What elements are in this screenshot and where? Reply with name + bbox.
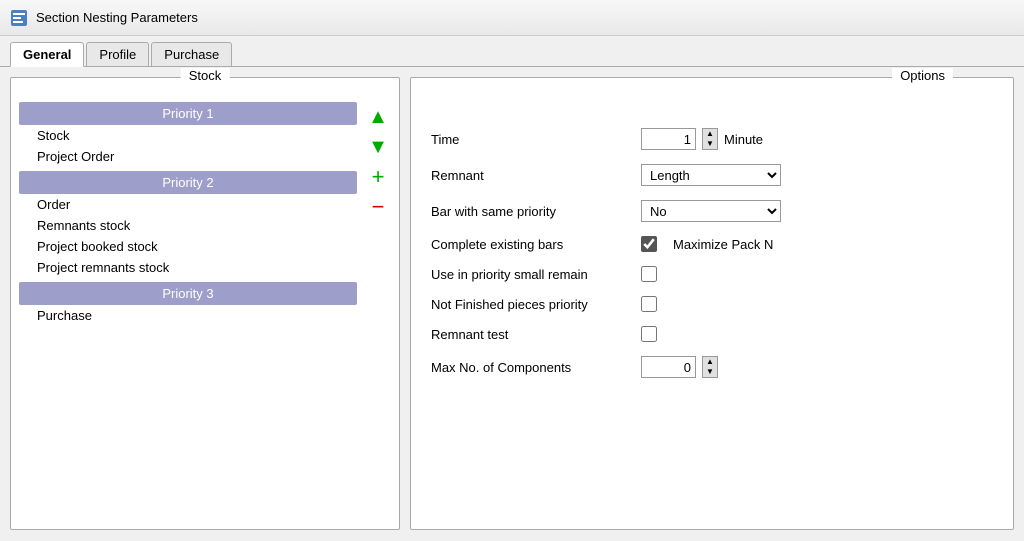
not-finished-label: Not Finished pieces priority (431, 297, 631, 312)
bar-priority-control: No Yes (641, 200, 781, 222)
complete-bars-label: Complete existing bars (431, 237, 631, 252)
use-priority-checkbox[interactable] (641, 266, 657, 282)
list-item[interactable]: Project remnants stock (19, 257, 357, 278)
list-item[interactable]: Project booked stock (19, 236, 357, 257)
use-priority-control (641, 266, 657, 282)
window-title: Section Nesting Parameters (36, 10, 198, 25)
list-item[interactable]: Order (19, 194, 357, 215)
time-label: Time (431, 132, 631, 147)
priority-2-header[interactable]: Priority 2 (19, 171, 357, 194)
stock-legend: Stock (181, 68, 230, 83)
remnant-row: Remnant Length Area None (431, 164, 993, 186)
max-components-spin-up[interactable]: ▲ (703, 357, 717, 367)
priority-group-3: Priority 3 Purchase (19, 282, 357, 326)
bar-priority-label: Bar with same priority (431, 204, 631, 219)
max-components-row: Max No. of Components ▲ ▼ (431, 356, 993, 378)
remnant-select[interactable]: Length Area None (641, 164, 781, 186)
tab-profile[interactable]: Profile (86, 42, 149, 66)
priority-buttons: ▲ ▼ + − (365, 102, 391, 330)
priority-3-header[interactable]: Priority 3 (19, 282, 357, 305)
stock-panel: Stock Priority 1 Stock Project Order Pri… (10, 77, 400, 530)
time-row: Time ▲ ▼ Minute (431, 128, 993, 150)
complete-bars-row: Complete existing bars Maximize Pack N (431, 236, 993, 252)
move-down-button[interactable]: ▼ (365, 134, 391, 160)
max-components-label: Max No. of Components (431, 360, 631, 375)
max-components-input[interactable] (641, 356, 696, 378)
not-finished-checkbox[interactable] (641, 296, 657, 312)
bar-priority-row: Bar with same priority No Yes (431, 200, 993, 222)
tab-purchase[interactable]: Purchase (151, 42, 232, 66)
app-icon (10, 9, 28, 27)
max-components-control: ▲ ▼ (641, 356, 718, 378)
list-item[interactable]: Stock (19, 125, 357, 146)
title-bar: Section Nesting Parameters (0, 0, 1024, 36)
stock-list-container: Priority 1 Stock Project Order Priority … (11, 92, 399, 340)
time-spin-down[interactable]: ▼ (703, 139, 717, 149)
time-input[interactable] (641, 128, 696, 150)
not-finished-control (641, 296, 657, 312)
list-item[interactable]: Purchase (19, 305, 357, 326)
bar-priority-select[interactable]: No Yes (641, 200, 781, 222)
use-priority-label: Use in priority small remain (431, 267, 631, 282)
remnant-label: Remnant (431, 168, 631, 183)
list-item[interactable]: Project Order (19, 146, 357, 167)
priority-1-header[interactable]: Priority 1 (19, 102, 357, 125)
options-legend: Options (892, 68, 953, 83)
remnant-control: Length Area None (641, 164, 781, 186)
options-panel: Options Time ▲ ▼ Minute (410, 77, 1014, 530)
time-spin-up[interactable]: ▲ (703, 129, 717, 139)
remove-button[interactable]: − (365, 194, 391, 220)
remnant-test-checkbox[interactable] (641, 326, 657, 342)
max-components-spinner: ▲ ▼ (702, 356, 718, 378)
priority-group-2: Priority 2 Order Remnants stock Project … (19, 171, 357, 278)
time-unit: Minute (724, 132, 763, 147)
stock-list: Priority 1 Stock Project Order Priority … (19, 102, 357, 330)
add-button[interactable]: + (365, 164, 391, 190)
main-content: General Profile Purchase Stock Priority … (0, 36, 1024, 541)
tab-content-general: Stock Priority 1 Stock Project Order Pri… (0, 67, 1024, 540)
time-spinner: ▲ ▼ (702, 128, 718, 150)
remnant-test-label: Remnant test (431, 327, 631, 342)
tabs-bar: General Profile Purchase (0, 36, 1024, 67)
priority-group-1: Priority 1 Stock Project Order (19, 102, 357, 167)
options-form: Time ▲ ▼ Minute Remnant (431, 98, 993, 378)
list-item[interactable]: Remnants stock (19, 215, 357, 236)
right-panel: Options Time ▲ ▼ Minute (410, 77, 1014, 530)
max-components-spin-down[interactable]: ▼ (703, 367, 717, 377)
maximize-pack-label: Maximize Pack N (673, 237, 773, 252)
complete-bars-control: Maximize Pack N (641, 236, 773, 252)
time-control: ▲ ▼ Minute (641, 128, 763, 150)
left-panel: Stock Priority 1 Stock Project Order Pri… (10, 77, 400, 530)
not-finished-row: Not Finished pieces priority (431, 296, 993, 312)
use-priority-row: Use in priority small remain (431, 266, 993, 282)
remnant-test-row: Remnant test (431, 326, 993, 342)
remnant-test-control (641, 326, 657, 342)
tab-general[interactable]: General (10, 42, 84, 67)
move-up-button[interactable]: ▲ (365, 104, 391, 130)
complete-bars-checkbox[interactable] (641, 236, 657, 252)
